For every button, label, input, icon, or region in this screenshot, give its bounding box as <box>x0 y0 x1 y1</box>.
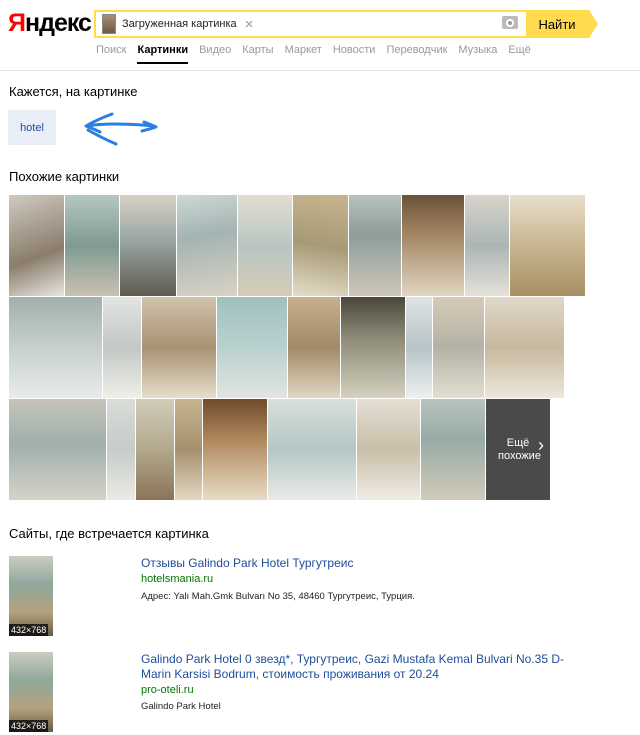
site-description: Адрес: Yalı Mah.Gmk Bulvarı No 35, 48460… <box>141 591 415 602</box>
logo-first-letter: Я <box>8 9 26 37</box>
similar-image-thumbnail[interactable] <box>120 195 176 296</box>
header-divider <box>0 70 640 71</box>
similar-image-thumbnail[interactable] <box>107 399 135 500</box>
similar-image-thumbnail[interactable] <box>177 195 237 296</box>
similar-image-thumbnail[interactable] <box>402 195 464 296</box>
site-title-link[interactable]: Отзывы Galindo Park Hotel Тургутреис <box>141 556 581 571</box>
similar-image-thumbnail[interactable] <box>203 399 267 500</box>
similar-image-thumbnail[interactable] <box>9 195 64 296</box>
similar-image-thumbnail[interactable] <box>103 297 141 398</box>
similar-image-thumbnail[interactable] <box>9 297 102 398</box>
similar-image-thumbnail[interactable] <box>406 297 432 398</box>
image-row <box>9 297 587 398</box>
tab-search[interactable]: Поиск <box>96 44 126 64</box>
tab-news[interactable]: Новости <box>333 44 376 64</box>
tab-video[interactable]: Видео <box>199 44 231 64</box>
tab-music[interactable]: Музыка <box>458 44 497 64</box>
uploaded-image-thumbnail <box>102 14 116 34</box>
similar-image-thumbnail[interactable] <box>142 297 216 398</box>
similar-title: Похожие картинки <box>9 169 120 184</box>
similar-image-thumbnail[interactable] <box>433 297 484 398</box>
more-similar-label: Ещё похожие <box>498 436 541 462</box>
site-title-link[interactable]: Galindo Park Hotel 0 звезд*, Тургутреис,… <box>141 652 581 682</box>
similar-image-thumbnail[interactable] <box>510 195 585 296</box>
similar-image-thumbnail[interactable] <box>357 399 420 500</box>
similar-image-thumbnail[interactable] <box>9 399 106 500</box>
similar-image-thumbnail[interactable] <box>465 195 509 296</box>
similar-image-thumbnail[interactable] <box>136 399 174 500</box>
similar-image-thumbnail[interactable] <box>288 297 340 398</box>
similar-image-thumbnail[interactable] <box>485 297 564 398</box>
logo-rest: ндекс <box>24 9 92 37</box>
tab-images[interactable]: Картинки <box>137 44 189 64</box>
similar-image-thumbnail[interactable] <box>238 195 292 296</box>
image-row <box>9 195 587 296</box>
camera-icon[interactable] <box>502 16 518 29</box>
search-input[interactable]: Загруженная картинка × <box>96 12 526 36</box>
similar-image-thumbnail[interactable] <box>349 195 401 296</box>
similar-image-thumbnail[interactable] <box>293 195 348 296</box>
tag-hotel[interactable]: hotel <box>8 110 56 145</box>
more-similar-button[interactable]: Ещё похожие › <box>486 399 550 500</box>
site-description: Galindo Park Hotel <box>141 701 221 712</box>
search-query: Загруженная картинка <box>122 18 237 30</box>
similar-image-thumbnail[interactable] <box>268 399 356 500</box>
site-thumbnail[interactable]: 432×768 <box>9 652 53 732</box>
recognized-title: Кажется, на картинке <box>9 84 138 99</box>
clear-icon[interactable]: × <box>245 17 254 32</box>
yandex-logo[interactable]: Яндекс <box>8 8 92 38</box>
chevron-right-icon: › <box>538 435 544 455</box>
arrow-doodle-icon <box>84 112 158 146</box>
search-bar: Загруженная картинка × Найти <box>94 10 598 38</box>
sites-title: Сайты, где встречается картинка <box>9 526 209 541</box>
tab-more[interactable]: Ещё <box>508 44 531 64</box>
similar-image-thumbnail[interactable] <box>65 195 119 296</box>
image-dimensions: 432×768 <box>9 720 49 732</box>
service-tabs: Поиск Картинки Видео Карты Маркет Новост… <box>96 44 531 64</box>
similar-images-grid: Ещё похожие › <box>9 195 587 501</box>
similar-image-thumbnail[interactable] <box>175 399 202 500</box>
similar-image-thumbnail[interactable] <box>341 297 405 398</box>
image-row: Ещё похожие › <box>9 399 587 500</box>
search-button[interactable]: Найти <box>526 10 598 38</box>
tab-translator[interactable]: Переводчик <box>386 44 447 64</box>
similar-image-thumbnail[interactable] <box>217 297 287 398</box>
image-dimensions: 432×768 <box>9 624 49 636</box>
tab-market[interactable]: Маркет <box>285 44 322 64</box>
site-url[interactable]: pro-oteli.ru <box>141 684 194 696</box>
tab-maps[interactable]: Карты <box>242 44 273 64</box>
similar-image-thumbnail[interactable] <box>421 399 485 500</box>
site-thumbnail[interactable]: 432×768 <box>9 556 53 636</box>
site-url[interactable]: hotelsmania.ru <box>141 573 213 585</box>
